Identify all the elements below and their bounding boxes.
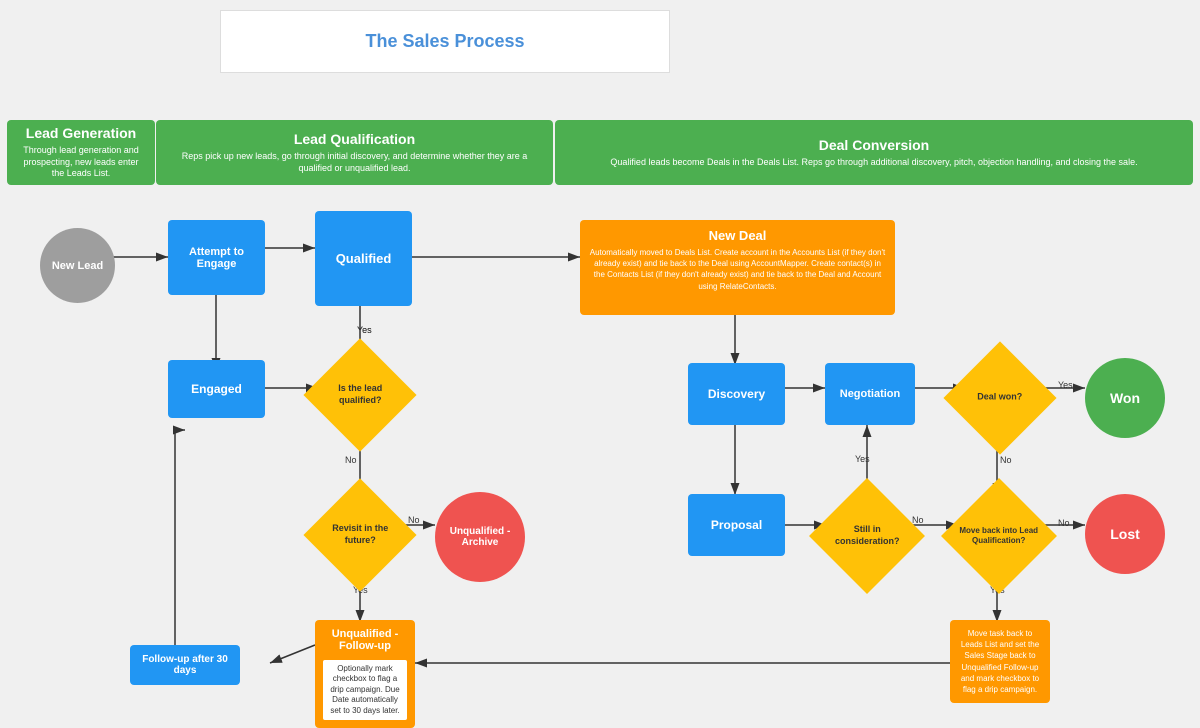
phase-lead-qual: Lead Qualification Reps pick up new lead…: [156, 120, 553, 185]
phase-lead-gen: Lead Generation Through lead generation …: [7, 120, 155, 185]
unqualified-followup-node: Unqualified - Follow-up Optionally mark …: [315, 620, 415, 728]
won-node: Won: [1085, 358, 1165, 438]
move-back-action-node: Move task back to Leads List and set the…: [950, 620, 1050, 703]
engaged-node: Engaged: [168, 360, 265, 418]
new-deal-node: New Deal Automatically moved to Deals Li…: [580, 220, 895, 315]
no-label-3: No: [1000, 455, 1012, 465]
still-considering-diamond: Still in consideration?: [809, 478, 925, 594]
new-lead-node: New Lead: [40, 228, 115, 303]
phase-lead-qual-title: Lead Qualification: [294, 131, 415, 147]
yes-label-4: Yes: [855, 454, 870, 464]
is-qualified-diamond: Is the lead qualified?: [303, 338, 416, 451]
revisit-diamond: Revisit in the future?: [303, 478, 416, 591]
title-box: The Sales Process: [220, 10, 670, 73]
followup-30-node: Follow-up after 30 days: [130, 645, 240, 685]
phase-deal-conv: Deal Conversion Qualified leads become D…: [555, 120, 1193, 185]
phase-lead-gen-title: Lead Generation: [26, 125, 136, 141]
lost-node: Lost: [1085, 494, 1165, 574]
yes-label-1: Yes: [357, 325, 372, 335]
yes-label-3: Yes: [1058, 380, 1073, 390]
unqualified-archive-node: Unqualified - Archive: [435, 492, 525, 582]
phase-lead-qual-desc: Reps pick up new leads, go through initi…: [168, 151, 541, 174]
attempt-engage-node: Attempt to Engage: [168, 220, 265, 295]
proposal-node: Proposal: [688, 494, 785, 556]
deal-won-diamond: Deal won?: [943, 341, 1056, 454]
arrows-overlay: [0, 0, 1200, 717]
no-label-1: No: [345, 455, 357, 465]
phase-lead-gen-desc: Through lead generation and prospecting,…: [19, 145, 143, 180]
page-title: The Sales Process: [365, 31, 524, 51]
move-back-diamond: Move back into Lead Qualification?: [941, 478, 1057, 594]
no-label-2: No: [408, 515, 420, 525]
no-label-4: No: [912, 515, 924, 525]
discovery-node: Discovery: [688, 363, 785, 425]
qualified-node: Qualified: [315, 211, 412, 306]
phase-deal-conv-desc: Qualified leads become Deals in the Deal…: [610, 157, 1137, 169]
phase-deal-conv-title: Deal Conversion: [819, 137, 929, 153]
negotiation-node: Negotiation: [825, 363, 915, 425]
no-label-5: No: [1058, 518, 1070, 528]
